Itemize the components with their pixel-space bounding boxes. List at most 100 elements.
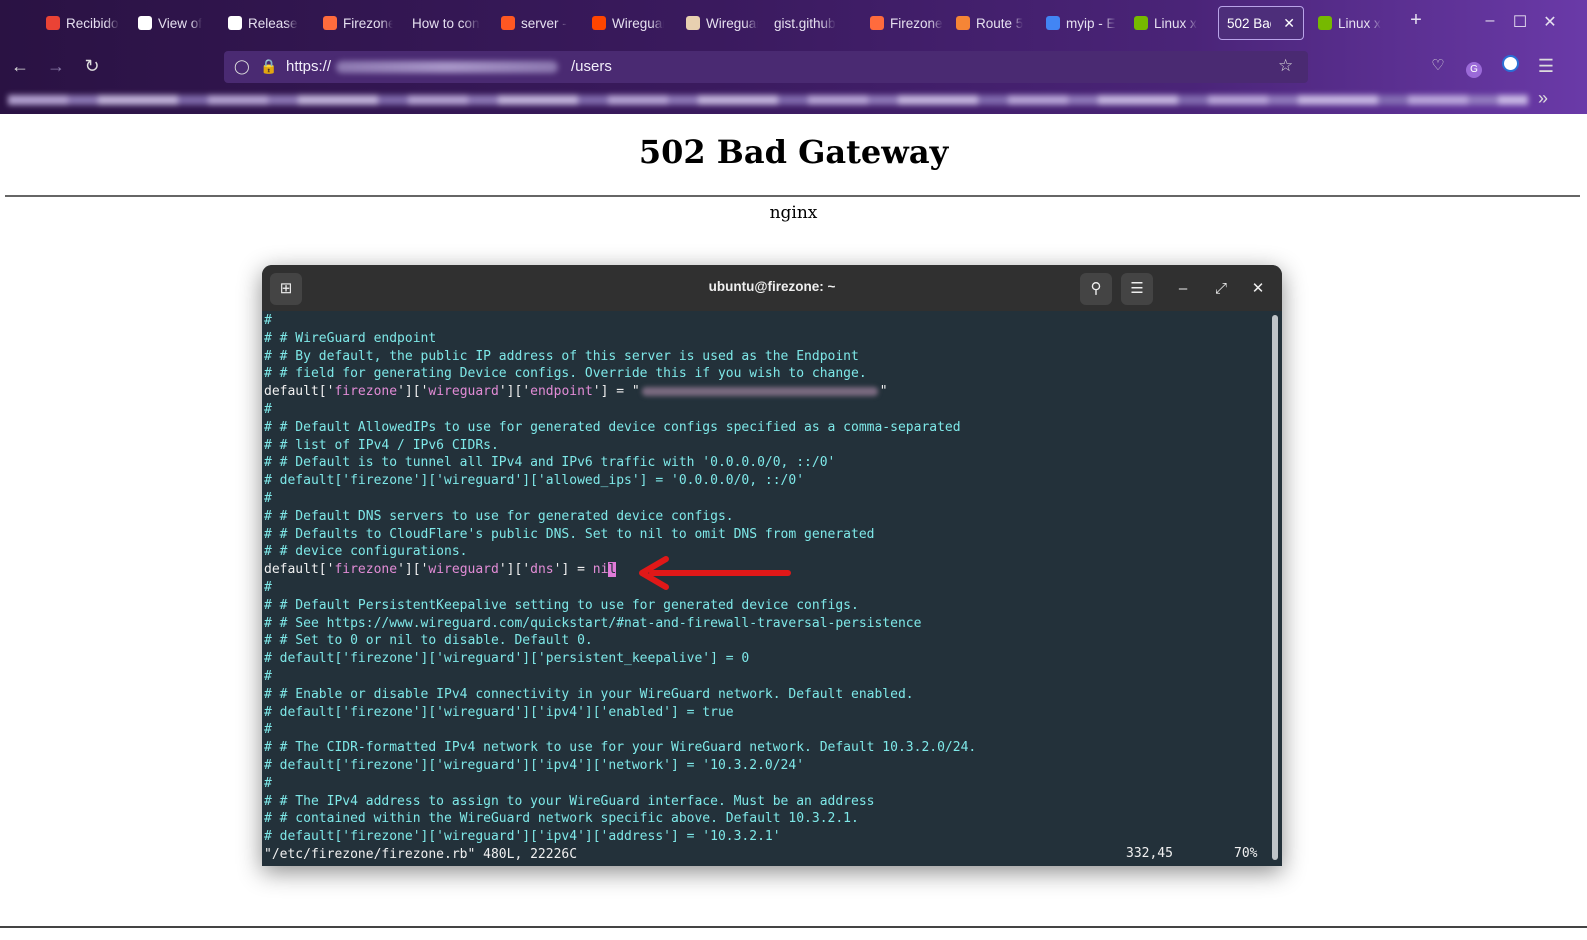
terminal-line: # # See https://www.wireguard.com/quicks… xyxy=(264,615,922,631)
pocket-icon[interactable]: ♡ xyxy=(1426,54,1450,78)
terminal-line: # # contained within the WireGuard netwo… xyxy=(264,811,859,827)
scrollbar-thumb[interactable] xyxy=(1272,315,1278,860)
shield-icon[interactable]: ◯ xyxy=(234,58,250,75)
search-icon[interactable]: ⚲ xyxy=(1080,273,1112,305)
bookmarks-bar: » xyxy=(0,86,1587,114)
tab-label: gist.github xyxy=(774,15,836,31)
terminal-line: # default['firezone']['wireguard']['ipv4… xyxy=(264,829,781,845)
terminal-line: # # field for generating Device configs.… xyxy=(264,366,867,382)
bottom-divider xyxy=(0,926,1587,928)
navigation-bar: ← → ↻ ◯ 🔒 https:// /users ☆ ♡ G ☰ xyxy=(0,46,1587,86)
tab-label: Release xyxy=(248,15,298,31)
reload-icon[interactable]: ↻ xyxy=(80,54,104,78)
terminal-line: # xyxy=(264,669,272,684)
terminal-line: # # Default is to tunnel all IPv4 and IP… xyxy=(264,455,836,471)
tab-14[interactable]: 502 Bad ✕ xyxy=(1218,6,1304,40)
close-icon[interactable]: ✕ xyxy=(1242,273,1274,305)
nvidia-icon xyxy=(1134,16,1148,30)
tab-11[interactable]: Route 5 xyxy=(948,6,1034,40)
forward-icon[interactable]: → xyxy=(44,54,68,78)
terminal-line: # default['firezone']['wireguard']['ipv4… xyxy=(264,758,805,773)
gmail-icon xyxy=(46,16,60,30)
tab-label: Firezone xyxy=(890,15,943,31)
divider xyxy=(5,195,1580,197)
terminal-scrollbar[interactable] xyxy=(1272,315,1278,860)
vim-status-file: "/etc/firezone/firezone.rb" 480L, 22226C xyxy=(264,847,578,862)
tab-label: Recibido xyxy=(66,15,119,31)
maximize-icon[interactable]: ⤢ xyxy=(1205,273,1237,305)
minimize-icon[interactable]: – xyxy=(1167,273,1199,305)
back-icon[interactable]: ← xyxy=(8,54,32,78)
tab-1[interactable]: Recibido xyxy=(38,6,128,40)
tab-label: myip - E xyxy=(1066,15,1116,31)
more-bookmarks-icon[interactable]: » xyxy=(1538,88,1548,109)
close-tab-icon[interactable]: ✕ xyxy=(1283,15,1295,32)
nvidia-icon xyxy=(1318,16,1332,30)
profile-avatar-icon[interactable]: G xyxy=(1462,54,1486,78)
terminal-line: # # Default DNS servers to use for gener… xyxy=(264,508,734,524)
url-path: /users xyxy=(571,58,612,75)
terminal-line: # # Enable or disable IPv4 connectivity … xyxy=(264,686,914,702)
terminal-line: # default['firezone']['wireguard']['ipv4… xyxy=(264,704,734,720)
askubuntu-icon xyxy=(501,16,515,30)
tab-5[interactable]: How to con xyxy=(404,6,488,40)
tab-13[interactable]: Linux x xyxy=(1126,6,1212,40)
reddit-icon xyxy=(592,16,606,30)
vim-cursor-position: 332,45 xyxy=(1126,846,1173,861)
bookmark-star-icon[interactable]: ☆ xyxy=(1278,56,1293,76)
terminal-line: # xyxy=(264,722,272,738)
terminal-line: # # list of IPv4 / IPv6 CIDRs. xyxy=(264,437,499,453)
notion-icon xyxy=(138,16,152,30)
page-title: 502 Bad Gateway xyxy=(638,133,949,171)
github-icon xyxy=(228,16,242,30)
text-cursor: l xyxy=(608,562,617,578)
terminal-line: # # The CIDR-formatted IPv4 network to u… xyxy=(264,740,977,756)
url-bar[interactable]: ◯ 🔒 https:// /users ☆ xyxy=(224,51,1308,83)
tab-2[interactable]: View of xyxy=(130,6,218,40)
bookmarks-redacted xyxy=(8,95,1528,105)
minimize-window-icon[interactable]: – xyxy=(1480,12,1500,30)
terminal-header: ⊞ ubuntu@firezone: ~ ⚲ ☰ – ⤢ ✕ xyxy=(262,265,1282,311)
terminal-line: # # Default AllowedIPs to use for genera… xyxy=(264,419,961,435)
lock-icon[interactable]: 🔒 xyxy=(260,58,277,75)
terminal-line: # # Default PersistentKeepalive setting … xyxy=(264,597,859,613)
terminal-line: # default['firezone']['wireguard']['pers… xyxy=(264,651,750,667)
close-window-icon[interactable]: ✕ xyxy=(1540,12,1560,32)
terminal-line: # xyxy=(264,491,272,506)
password-manager-icon[interactable] xyxy=(1498,54,1522,78)
terminal-line: # xyxy=(264,313,272,328)
tab-3[interactable]: Release xyxy=(220,6,312,40)
tab-9[interactable]: gist.github xyxy=(766,6,858,40)
tab-label: server - xyxy=(521,15,567,31)
maximize-window-icon[interactable]: ☐ xyxy=(1510,12,1530,32)
terminal-line: default['firezone']['wireguard']['endpoi… xyxy=(264,384,888,400)
terminal-line: # xyxy=(264,402,272,417)
hamburger-menu-icon[interactable]: ☰ xyxy=(1121,273,1153,305)
new-tab-plus-icon[interactable]: + xyxy=(1406,9,1426,32)
tab-10[interactable]: Firezone xyxy=(862,6,952,40)
tab-12[interactable]: myip - E xyxy=(1038,6,1126,40)
firezone-icon xyxy=(870,16,884,30)
tab-8[interactable]: Wireguard xyxy=(678,6,766,40)
tab-4[interactable]: Firezone xyxy=(315,6,401,40)
tab-7[interactable]: Wireguard xyxy=(584,6,672,40)
url-redacted xyxy=(336,61,558,73)
tab-15[interactable]: Linux x xyxy=(1310,6,1394,40)
url-prefix: https:// xyxy=(286,58,332,75)
tab-label: Linux x xyxy=(1338,15,1381,31)
browser-chrome: Recibido View of Release Firezone How to con… xyxy=(0,0,1587,114)
terminal-line: # # Defaults to CloudFlare's public DNS.… xyxy=(264,526,875,542)
red-arrow-annotation xyxy=(639,556,791,590)
terminal-line: # xyxy=(264,775,272,791)
tab-label: Wireguard xyxy=(612,15,664,31)
terminal-line: default['firezone']['wireguard']['dns'] … xyxy=(264,562,617,578)
menu-icon[interactable]: ☰ xyxy=(1534,54,1558,78)
tab-6[interactable]: server - xyxy=(493,6,579,40)
terminal-line: # # device configurations. xyxy=(264,544,468,560)
tab-label: Wireguard xyxy=(706,15,758,31)
tab-label: Firezone xyxy=(343,15,393,31)
tab-label: Linux x xyxy=(1154,15,1197,31)
firezone-icon xyxy=(323,16,337,30)
terminal-line: # # WireGuard endpoint xyxy=(264,330,437,346)
tab-label: Route 5 xyxy=(976,15,1024,31)
